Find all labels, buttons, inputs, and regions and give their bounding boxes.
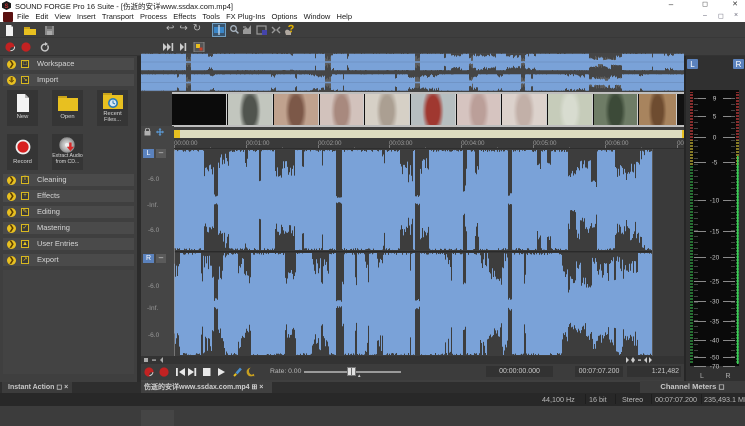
svg-text:5: 5 (713, 114, 717, 121)
svg-text:0: 0 (713, 135, 717, 142)
svg-text:-25: -25 (710, 279, 720, 286)
svg-text:-50: -50 (710, 355, 720, 362)
svg-text:R: R (725, 373, 730, 380)
svg-text:-40: -40 (710, 338, 720, 345)
svg-text:S: S (4, 4, 8, 10)
svg-text:-5: -5 (712, 160, 718, 167)
svg-text:-35: -35 (710, 319, 720, 326)
svg-text:R: R (736, 60, 742, 69)
svg-text:9: 9 (713, 96, 717, 103)
svg-text:-10: -10 (710, 198, 720, 205)
svg-text:-20: -20 (710, 255, 720, 262)
svg-text:-15: -15 (710, 229, 720, 236)
svg-text:-70: -70 (710, 364, 720, 371)
svg-text:-30: -30 (710, 299, 720, 306)
svg-text:L: L (690, 60, 695, 69)
svg-text:L: L (700, 373, 704, 380)
